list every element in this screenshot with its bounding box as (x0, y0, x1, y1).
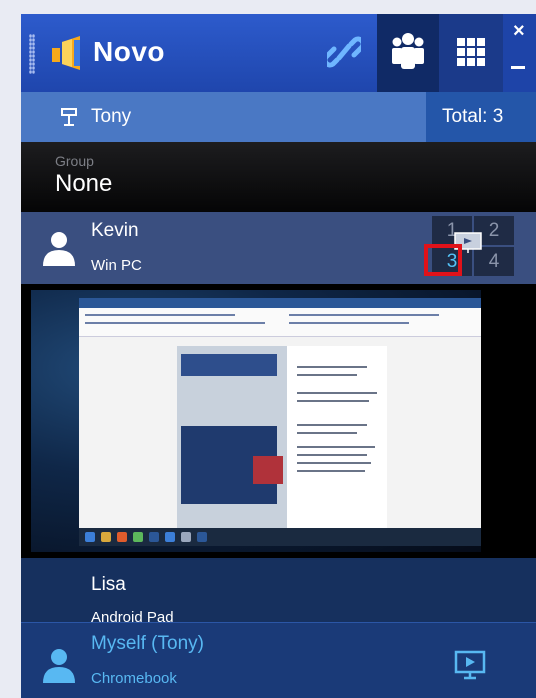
self-device: Chromebook (91, 670, 177, 687)
podium-icon (61, 108, 77, 126)
group-selector[interactable]: Group None (21, 142, 536, 212)
shared-taskbar (79, 528, 481, 546)
app-title: Novo (93, 36, 165, 67)
selected-split-highlight (424, 244, 462, 276)
user-name: Kevin (91, 220, 139, 241)
window-ribbon (79, 308, 481, 337)
window-titlebar (79, 298, 481, 308)
group-value: None (55, 170, 113, 197)
people-icon (392, 33, 424, 69)
self-name: Myself (Tony) (91, 633, 204, 654)
grid-icon (457, 38, 485, 66)
user-avatar-icon (43, 232, 75, 266)
total-count: Total: 3 (442, 106, 504, 127)
total-count-box: Total: 3 (426, 92, 536, 142)
participants-button[interactable] (377, 14, 439, 92)
user-name: Lisa (91, 574, 126, 595)
app-header: Novo × (21, 14, 536, 92)
minimize-icon[interactable] (511, 66, 525, 69)
document-page (177, 346, 387, 528)
user-row-kevin[interactable]: Kevin Win PC 1 2 3 4 (21, 212, 536, 284)
novo-logo-icon (52, 36, 80, 70)
self-avatar-icon (43, 649, 75, 683)
present-screen-icon[interactable] (454, 649, 486, 681)
grid-view-button[interactable] (439, 14, 503, 92)
user-row-self[interactable]: Myself (Tony) Chromebook (21, 622, 536, 698)
user-row-lisa[interactable]: Lisa Android Pad (21, 558, 536, 626)
shared-document-window (79, 298, 481, 528)
drag-handle[interactable] (29, 34, 35, 74)
link-icon[interactable] (327, 34, 361, 70)
screen-preview[interactable] (21, 284, 536, 558)
novo-panel: Novo × Tony Total: 3 Group None Kevin Wi… (21, 14, 536, 698)
group-label: Group (55, 153, 94, 169)
user-device: Win PC (91, 257, 142, 274)
presenter-bar: Tony Total: 3 (21, 92, 536, 142)
window-controls: × (503, 14, 536, 92)
presenter-name: Tony (91, 106, 132, 127)
close-icon[interactable]: × (513, 20, 525, 43)
